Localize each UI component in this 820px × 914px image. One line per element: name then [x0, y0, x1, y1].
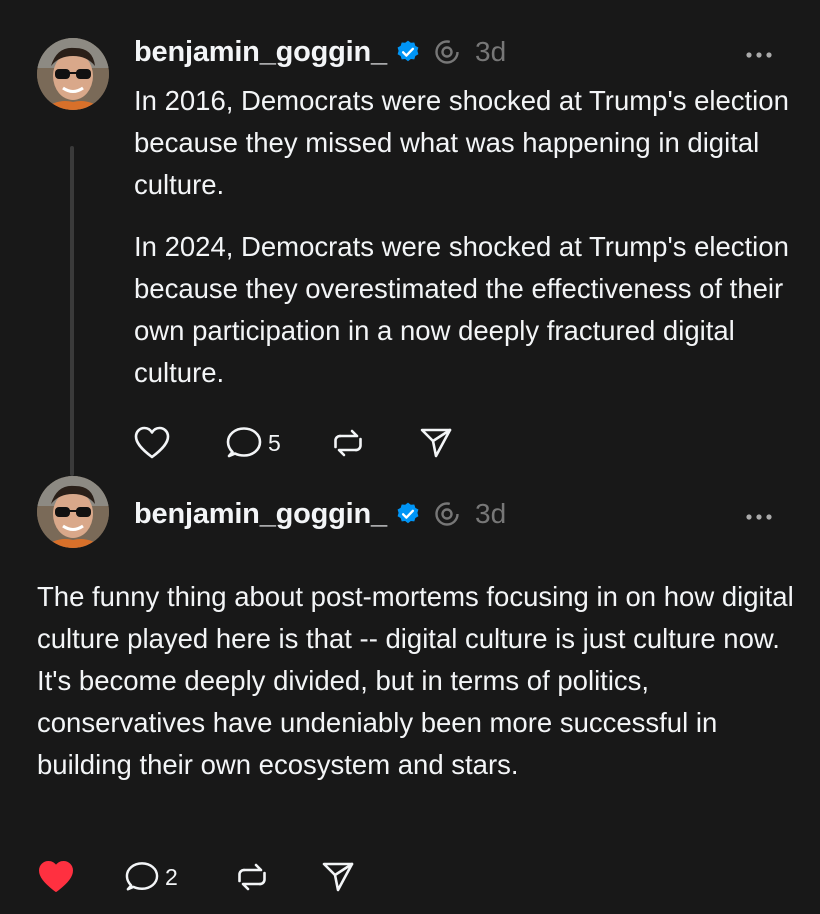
verified-badge-icon — [395, 501, 421, 527]
post-body: In 2016, Democrats were shocked at Trump… — [134, 80, 804, 394]
post-paragraph: In 2016, Democrats were shocked at Trump… — [134, 85, 789, 200]
threads-logo-icon — [433, 38, 461, 66]
post-actions: 2 — [37, 858, 361, 896]
repost-button[interactable] — [235, 858, 321, 896]
reply-count: 5 — [268, 429, 281, 456]
post-body: The funny thing about post-mortems focus… — [37, 576, 807, 786]
post-paragraph: In 2024, Democrats were shocked at Trump… — [134, 231, 789, 388]
post-header: benjamin_goggin_ 3d — [134, 494, 506, 534]
post-paragraph: The funny thing about post-mortems focus… — [37, 581, 794, 780]
username[interactable]: benjamin_goggin_ — [134, 36, 387, 69]
repost-icon — [331, 426, 365, 460]
speech-bubble-icon — [226, 426, 262, 460]
post-header: benjamin_goggin_ 3d — [134, 32, 506, 72]
avatar[interactable] — [37, 38, 109, 110]
repost-button[interactable] — [331, 424, 419, 462]
heart-icon — [134, 426, 170, 460]
timestamp: 3d — [475, 498, 507, 529]
reply-button[interactable]: 5 — [226, 424, 331, 462]
thread-connector-line — [70, 146, 74, 476]
avatar[interactable] — [37, 476, 109, 548]
like-button[interactable] — [134, 424, 226, 462]
repost-icon — [235, 860, 269, 894]
speech-bubble-icon — [125, 861, 159, 893]
thread-post: benjamin_goggin_ 3d The funny thing abou… — [0, 470, 820, 914]
timestamp: 3d — [475, 36, 507, 67]
paper-plane-icon — [321, 860, 355, 894]
thread-post: benjamin_goggin_ 3d In 2016, Democrats w… — [0, 0, 820, 476]
post-actions: 5 — [134, 424, 459, 462]
threads-logo-icon — [433, 500, 461, 528]
paper-plane-icon — [419, 426, 453, 460]
verified-badge-icon — [395, 39, 421, 65]
reply-button[interactable]: 2 — [125, 858, 235, 896]
username[interactable]: benjamin_goggin_ — [134, 498, 387, 531]
share-button[interactable] — [321, 858, 361, 896]
ellipsis-icon[interactable] — [744, 509, 774, 520]
reply-count: 2 — [165, 863, 178, 890]
ellipsis-icon[interactable] — [744, 47, 774, 58]
share-button[interactable] — [419, 424, 459, 462]
like-button[interactable] — [37, 858, 125, 896]
heart-icon — [37, 860, 75, 894]
